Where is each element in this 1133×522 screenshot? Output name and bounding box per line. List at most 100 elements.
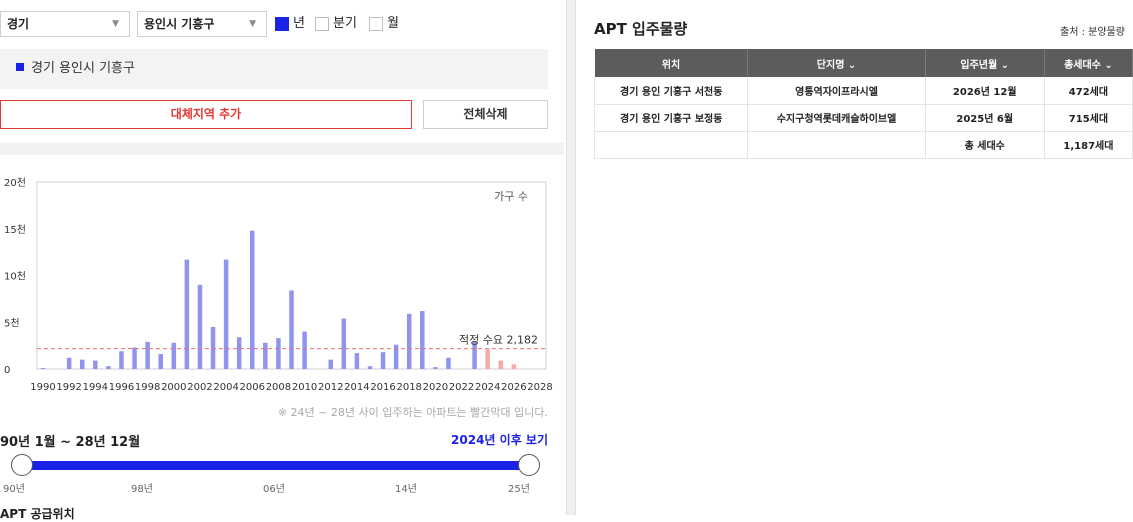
bar [132, 347, 137, 369]
x-tick-label: 1996 [109, 382, 134, 393]
cell-date: 2026년 12월 [925, 77, 1045, 105]
total-households: 1,187세대 [1044, 131, 1133, 159]
delete-all-button[interactable]: 전체삭제 [423, 100, 548, 129]
table-row[interactable]: 경기 용인 기흥구 서천동 영통역자이프라시엘 2026년 12월 472세대 [593, 77, 1133, 105]
x-tick-label: 2008 [266, 382, 291, 393]
bar [158, 354, 163, 369]
x-tick-label: 2004 [213, 382, 238, 393]
bar [354, 353, 360, 369]
province-value: 경기 [7, 17, 30, 31]
slider-tick: 98년 [131, 484, 153, 495]
x-tick-label: 2012 [318, 382, 343, 393]
bar [263, 342, 268, 369]
selected-region-box: 경기 용인시 기흥구 [0, 49, 548, 89]
bar [276, 338, 281, 369]
cell-date: 2025년 6월 [925, 104, 1045, 132]
y-tick-label: 0 [4, 365, 10, 376]
bar [341, 318, 347, 369]
selected-region-label: 경기 용인시 기흥구 [31, 61, 135, 76]
province-select[interactable]: 경기 ▼ [0, 11, 130, 37]
chevron-down-icon: ▼ [112, 19, 119, 29]
bar [210, 326, 216, 369]
period-month-checkbox[interactable]: 월 [369, 16, 399, 32]
x-tick-label: 2010 [292, 382, 317, 393]
col-location[interactable]: 위치 [594, 49, 749, 77]
city-select[interactable]: 용인시 기흥구 ▼ [137, 11, 267, 37]
bar [66, 357, 72, 369]
x-tick-label: 2000 [161, 382, 186, 393]
city-value: 용인시 기흥구 [144, 17, 215, 31]
bar [236, 337, 242, 369]
bar-future [498, 360, 504, 369]
slider-tick: 14년 [395, 484, 417, 495]
reference-line-label: 적정 수요 2,182 [459, 334, 538, 347]
source-label: 출처 : 분양물량 [1060, 27, 1125, 38]
cell-complex: 영통역자이프라시엘 [747, 77, 926, 105]
chevron-down-icon: ▼ [249, 19, 256, 29]
section-divider [0, 143, 564, 155]
panel-title: APT 입주물량 [594, 20, 688, 38]
bar [289, 290, 294, 369]
legend-label: 가구 수 [494, 190, 528, 203]
panel-splitter[interactable] [566, 0, 576, 515]
bar [184, 259, 190, 369]
supply-section-title: APT 공급위치 [0, 507, 75, 521]
slider-tick: 25년 [508, 484, 530, 495]
bar [406, 313, 412, 369]
bar [171, 342, 177, 369]
cell-complex: 수지구청역롯데캐슬하이브엘 [747, 104, 926, 132]
cell-households: 715세대 [1044, 104, 1133, 132]
bar [328, 359, 333, 369]
y-tick-label: 15천 [4, 224, 26, 236]
cell-empty [593, 131, 749, 159]
x-tick-label: 2006 [240, 382, 265, 393]
x-tick-label: 1990 [30, 382, 55, 393]
checkbox-checked-icon [275, 17, 289, 31]
table-row[interactable]: 경기 용인 기흥구 보정동 수지구청역롯데캐슬하이브엘 2025년 6월 715… [593, 104, 1133, 132]
bar [145, 341, 150, 369]
x-tick-label: 1994 [83, 382, 108, 393]
bar [197, 284, 203, 369]
slider-tick: 06년 [263, 484, 285, 495]
bar [380, 352, 386, 369]
x-tick-label: 2022 [449, 382, 474, 393]
bar [223, 259, 229, 369]
x-tick-label: 2002 [187, 382, 212, 393]
square-bullet-icon [16, 63, 24, 71]
chart-note: ※ 24년 ~ 28년 사이 입주하는 아파트는 빨간막대 입니다. [277, 406, 548, 419]
slider-start-handle[interactable] [11, 454, 33, 476]
slider-tick: 90년 [3, 484, 25, 495]
period-quarter-checkbox[interactable]: 분기 [315, 16, 357, 32]
x-tick-label: 2028 [527, 382, 552, 393]
col-households[interactable]: 총세대수 ⌄ [1044, 49, 1133, 77]
col-move-in-date[interactable]: 입주년월 ⌄ [925, 49, 1045, 77]
bar [302, 331, 307, 369]
x-tick-label: 2016 [370, 382, 395, 393]
after-2024-link[interactable]: 2024년 이후 보기 [451, 431, 548, 448]
cell-location: 경기 용인 기흥구 보정동 [593, 104, 749, 132]
y-tick-label: 10천 [4, 271, 26, 283]
x-tick-label: 2018 [396, 382, 421, 393]
bar [446, 357, 451, 369]
x-tick-label: 1998 [135, 382, 160, 393]
col-complex[interactable]: 단지명 ⌄ [747, 49, 926, 77]
checkbox-unchecked-icon [369, 17, 383, 31]
year-range-slider[interactable] [22, 461, 530, 470]
bar [93, 360, 98, 369]
period-year-checkbox[interactable]: 년 [275, 16, 305, 32]
move-in-volume-chart: 0 5천 10천 15천 20천 1990 1992 1994 1996 1998 2000 2002… [4, 177, 553, 393]
bar [106, 366, 111, 369]
bar [119, 351, 124, 369]
bar [79, 359, 85, 369]
cell-empty [747, 131, 926, 159]
total-label: 총 세대수 [925, 131, 1045, 159]
cell-households: 472세대 [1044, 77, 1133, 105]
checkbox-unchecked-icon [315, 17, 329, 31]
y-tick-label: 5천 [4, 317, 20, 329]
bar [420, 311, 425, 369]
bar [433, 367, 438, 369]
add-alt-region-button[interactable]: 대체지역 추가 [0, 100, 412, 129]
x-tick-label: 2024 [475, 382, 500, 393]
period-year-label: 년 [293, 16, 305, 31]
slider-end-handle[interactable] [518, 454, 540, 476]
